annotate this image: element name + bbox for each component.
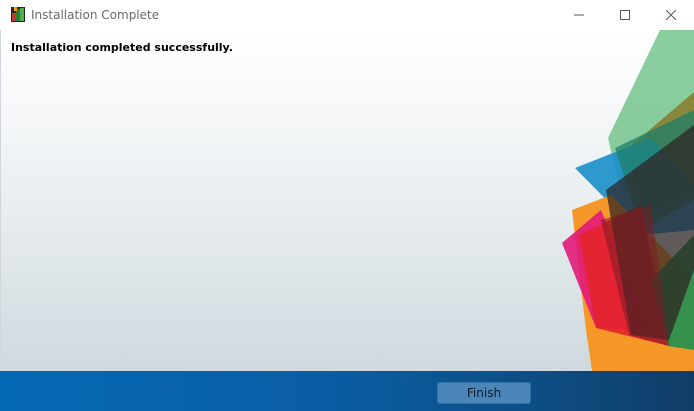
footer-bar: Finish <box>0 371 694 411</box>
close-icon <box>666 10 676 20</box>
installer-app-icon <box>11 7 25 22</box>
close-button[interactable] <box>648 0 694 30</box>
maximize-icon <box>620 10 630 20</box>
finish-button[interactable]: Finish <box>437 382 531 404</box>
decorative-shapes-graphic <box>562 30 694 371</box>
installer-window: Installation Complete Installation compl… <box>0 0 694 411</box>
maximize-button[interactable] <box>602 0 648 30</box>
minimize-button[interactable] <box>556 0 602 30</box>
title-bar[interactable]: Installation Complete <box>0 0 694 30</box>
window-title: Installation Complete <box>31 8 160 22</box>
minimize-icon <box>574 14 584 16</box>
content-panel: Installation completed successfully. <box>1 30 694 371</box>
